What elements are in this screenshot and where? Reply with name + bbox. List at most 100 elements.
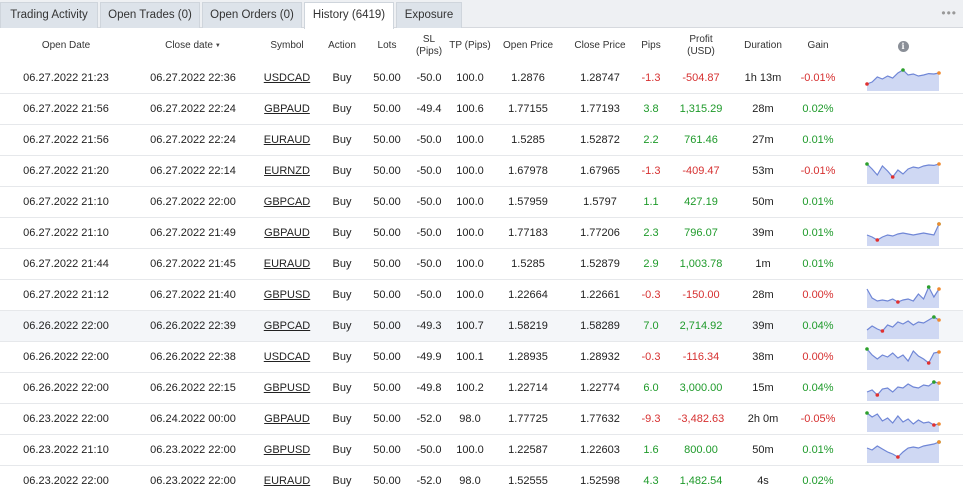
tp-cell: 100.0 bbox=[456, 72, 484, 84]
table-row[interactable]: 06.27.2022 21:10 06.27.2022 21:49 GBPAUD Bu… bbox=[0, 218, 963, 249]
col-close-price[interactable]: Close Price bbox=[564, 29, 636, 63]
lots-cell: 50.00 bbox=[373, 227, 401, 239]
profit-cell: 427.19 bbox=[684, 196, 718, 208]
action-cell: Buy bbox=[332, 320, 352, 332]
close-date-cell: 06.27.2022 22:14 bbox=[150, 165, 236, 177]
lots-cell: 50.00 bbox=[373, 165, 401, 177]
action-cell: Buy bbox=[332, 289, 352, 301]
info-icon[interactable]: i bbox=[897, 40, 909, 52]
table-row[interactable]: 06.26.2022 22:00 06.26.2022 22:38 USDCAD Bu… bbox=[0, 342, 963, 373]
close-date-cell: 06.24.2022 00:00 bbox=[150, 413, 236, 425]
lots-cell: 50.00 bbox=[373, 413, 401, 425]
col-gain[interactable]: Gain bbox=[790, 29, 846, 63]
close-date-cell: 06.27.2022 22:00 bbox=[150, 196, 236, 208]
open-price-cell: 1.5285 bbox=[511, 258, 545, 270]
sl-cell: -52.0 bbox=[416, 475, 442, 487]
close-date-cell: 06.26.2022 22:39 bbox=[150, 320, 236, 332]
table-row[interactable]: 06.23.2022 22:00 06.24.2022 00:00 GBPAUD Bu… bbox=[0, 404, 963, 435]
symbol-link[interactable]: EURAUD bbox=[254, 125, 320, 155]
tab-open-trades[interactable]: Open Trades (0) bbox=[100, 2, 200, 28]
sparkline-min-point bbox=[875, 238, 880, 242]
symbol-link[interactable]: GBPUSD bbox=[254, 373, 320, 403]
action-cell: Buy bbox=[332, 134, 352, 146]
symbol-link[interactable]: GBPAUD bbox=[254, 218, 320, 248]
pips-cell: -1.3 bbox=[641, 165, 661, 177]
sl-cell: -49.3 bbox=[416, 320, 442, 332]
profit-cell: -3,482.63 bbox=[677, 413, 725, 425]
balance-sparkline[interactable] bbox=[864, 313, 942, 339]
tab-history[interactable]: History (6419) bbox=[304, 2, 394, 29]
balance-sparkline[interactable] bbox=[864, 437, 942, 463]
symbol-link[interactable]: GBPAUD bbox=[254, 94, 320, 124]
col-duration[interactable]: Duration bbox=[736, 29, 790, 63]
open-date-cell: 06.27.2022 21:44 bbox=[23, 258, 109, 270]
open-price-cell: 1.22714 bbox=[508, 382, 548, 394]
tab-trading-activity[interactable]: Trading Activity bbox=[0, 2, 98, 28]
table-row[interactable]: 06.26.2022 22:00 06.26.2022 22:15 GBPUSD Bu… bbox=[0, 373, 963, 404]
symbol-link[interactable]: EURAUD bbox=[254, 466, 320, 488]
close-price-cell: 1.67965 bbox=[580, 165, 620, 177]
table-row[interactable]: 06.27.2022 21:10 06.27.2022 22:00 GBPCAD Bu… bbox=[0, 187, 963, 218]
col-lots[interactable]: Lots bbox=[364, 29, 410, 63]
tp-cell: 100.0 bbox=[456, 258, 484, 270]
duration-cell: 53m bbox=[752, 165, 774, 177]
table-row[interactable]: 06.27.2022 21:23 06.27.2022 22:36 USDCAD Bu… bbox=[0, 63, 963, 94]
sparkline-max-point bbox=[926, 285, 931, 289]
action-cell: Buy bbox=[332, 103, 352, 115]
lots-cell: 50.00 bbox=[373, 72, 401, 84]
table-row[interactable]: 06.27.2022 21:56 06.27.2022 22:24 EURAUD Bu… bbox=[0, 125, 963, 156]
balance-sparkline[interactable] bbox=[864, 220, 942, 246]
gain-cell: -0.01% bbox=[800, 72, 836, 84]
open-price-cell: 1.77183 bbox=[508, 227, 548, 239]
sl-cell: -50.0 bbox=[416, 165, 442, 177]
symbol-link[interactable]: EURAUD bbox=[254, 249, 320, 279]
balance-sparkline[interactable] bbox=[864, 282, 942, 308]
col-open-date[interactable]: Open Date bbox=[0, 29, 132, 63]
symbol-link[interactable]: GBPAUD bbox=[254, 404, 320, 434]
open-price-cell: 1.5285 bbox=[511, 134, 545, 146]
symbol-link[interactable]: GBPCAD bbox=[254, 187, 320, 217]
duration-cell: 2h 0m bbox=[747, 413, 779, 425]
tp-cell: 98.0 bbox=[459, 413, 481, 425]
duration-cell: 39m bbox=[752, 320, 774, 332]
symbol-link[interactable]: USDCAD bbox=[254, 63, 320, 93]
balance-sparkline[interactable] bbox=[864, 375, 942, 401]
col-symbol[interactable]: Symbol bbox=[254, 29, 320, 63]
table-row[interactable]: 06.26.2022 22:00 06.26.2022 22:39 GBPCAD Bu… bbox=[0, 311, 963, 342]
balance-sparkline[interactable] bbox=[864, 158, 942, 184]
more-options-icon[interactable]: ••• bbox=[941, 6, 957, 20]
action-cell: Buy bbox=[332, 444, 352, 456]
balance-sparkline[interactable] bbox=[864, 406, 942, 432]
open-date-cell: 06.27.2022 21:10 bbox=[23, 196, 109, 208]
sl-cell: -50.0 bbox=[416, 258, 442, 270]
col-pips[interactable]: Pips bbox=[636, 29, 666, 63]
close-price-cell: 1.77632 bbox=[580, 413, 620, 425]
tab-open-orders[interactable]: Open Orders (0) bbox=[202, 2, 302, 28]
table-row[interactable]: 06.27.2022 21:20 06.27.2022 22:14 EURNZD Bu… bbox=[0, 156, 963, 187]
table-row[interactable]: 06.23.2022 22:00 06.23.2022 22:00 EURAUD Bu… bbox=[0, 466, 963, 488]
col-open-price[interactable]: Open Price bbox=[492, 29, 564, 63]
col-close-date[interactable]: Close date ▼ bbox=[132, 29, 254, 63]
col-action[interactable]: Action bbox=[320, 29, 364, 63]
table-row[interactable]: 06.27.2022 21:12 06.27.2022 21:40 GBPUSD Bu… bbox=[0, 280, 963, 311]
symbol-link[interactable]: GBPCAD bbox=[254, 311, 320, 341]
col-tp[interactable]: TP (Pips) bbox=[448, 29, 492, 63]
profit-cell: 796.07 bbox=[684, 227, 718, 239]
balance-sparkline[interactable] bbox=[864, 344, 942, 370]
table-row[interactable]: 06.27.2022 21:56 06.27.2022 22:24 GBPAUD Bu… bbox=[0, 94, 963, 125]
balance-sparkline[interactable] bbox=[864, 65, 942, 91]
col-profit[interactable]: Profit (USD) bbox=[666, 29, 736, 63]
col-sl[interactable]: SL (Pips) bbox=[410, 29, 448, 63]
symbol-link[interactable]: GBPUSD bbox=[254, 435, 320, 465]
symbol-link[interactable]: USDCAD bbox=[254, 342, 320, 372]
tp-cell: 100.1 bbox=[456, 351, 484, 363]
close-date-cell: 06.27.2022 22:36 bbox=[150, 72, 236, 84]
gain-cell: 0.01% bbox=[802, 134, 834, 146]
tab-exposure[interactable]: Exposure bbox=[396, 2, 462, 28]
table-row[interactable]: 06.23.2022 21:10 06.23.2022 22:00 GBPUSD Bu… bbox=[0, 435, 963, 466]
gain-cell: 0.00% bbox=[802, 289, 834, 301]
table-row[interactable]: 06.27.2022 21:44 06.27.2022 21:45 EURAUD Bu… bbox=[0, 249, 963, 280]
open-date-cell: 06.27.2022 21:56 bbox=[23, 103, 109, 115]
symbol-link[interactable]: GBPUSD bbox=[254, 280, 320, 310]
symbol-link[interactable]: EURNZD bbox=[254, 156, 320, 186]
